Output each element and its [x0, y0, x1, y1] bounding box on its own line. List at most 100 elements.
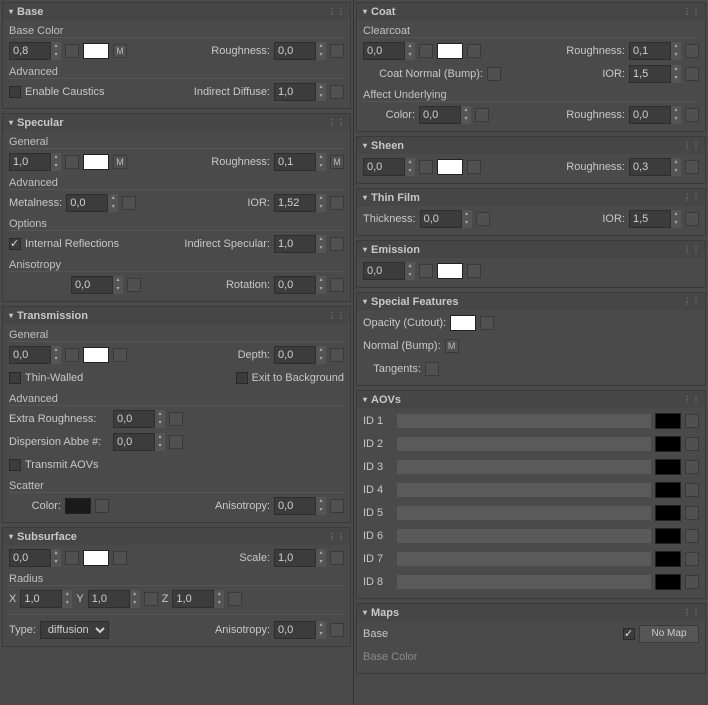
specular-roughness-spinner[interactable]: ▴▾ — [274, 153, 326, 171]
base-weight-spinner[interactable]: ▴▾ — [9, 42, 61, 60]
base-weight-map[interactable] — [65, 44, 79, 58]
aov-map-slot[interactable] — [685, 414, 699, 428]
affect-color-map[interactable] — [475, 108, 489, 122]
opacity-swatch[interactable] — [450, 315, 476, 331]
transmission-color-swatch[interactable] — [83, 347, 109, 363]
sss-aniso-map[interactable] — [330, 623, 344, 637]
scatter-color-map[interactable] — [95, 499, 109, 513]
transmission-color-map[interactable] — [113, 348, 127, 362]
coat-ior-spinner[interactable]: ▴▾ — [629, 65, 681, 83]
aov-name-input[interactable] — [397, 506, 651, 520]
specular-color-swatch[interactable] — [83, 154, 109, 170]
aov-name-input[interactable] — [397, 552, 651, 566]
indirect-specular-spinner[interactable]: ▴▾ — [274, 235, 326, 253]
maps-base-button[interactable]: No Map — [639, 625, 699, 643]
aov-color-swatch[interactable] — [655, 413, 681, 429]
base-roughness-spinner[interactable]: ▴▾ — [274, 42, 326, 60]
exit-bg-checkbox[interactable] — [236, 372, 248, 384]
scatter-aniso-spinner[interactable]: ▴▾ — [274, 497, 326, 515]
base-color-swatch[interactable] — [83, 43, 109, 59]
sss-weight-spinner[interactable]: ▴▾ — [9, 549, 61, 567]
aov-name-input[interactable] — [397, 529, 651, 543]
indirect-diffuse-map[interactable] — [330, 85, 344, 99]
type-dropdown[interactable]: diffusion — [40, 621, 109, 639]
coat-color-swatch[interactable] — [437, 43, 463, 59]
thinfilm-ior-spinner[interactable]: ▴▾ — [629, 210, 681, 228]
specular-weight-map[interactable] — [65, 155, 79, 169]
radius-y-spinner[interactable]: ▴▾ — [88, 590, 140, 608]
radius-z-map[interactable] — [228, 592, 242, 606]
aov-map-slot[interactable] — [685, 552, 699, 566]
thickness-spinner[interactable]: ▴▾ — [420, 210, 472, 228]
aov-name-input[interactable] — [397, 460, 651, 474]
aov-map-slot[interactable] — [685, 460, 699, 474]
aov-color-swatch[interactable] — [655, 482, 681, 498]
opacity-map[interactable] — [480, 316, 494, 330]
thickness-map[interactable] — [476, 212, 490, 226]
sss-aniso-spinner[interactable]: ▴▾ — [274, 621, 326, 639]
tangents-map[interactable] — [425, 362, 439, 376]
normal-map[interactable]: M — [445, 339, 459, 353]
rollout-aovs-header[interactable]: ▾ AOVs ⋮⋮ — [357, 391, 705, 408]
scale-spinner[interactable]: ▴▾ — [274, 549, 326, 567]
transmission-weight-map[interactable] — [65, 348, 79, 362]
sheen-color-map[interactable] — [467, 160, 481, 174]
rollout-sheen-header[interactable]: ▾ Sheen ⋮⋮ — [357, 137, 705, 154]
sss-weight-map[interactable] — [65, 551, 79, 565]
rollout-special-header[interactable]: ▾ Special Features ⋮⋮ — [357, 293, 705, 310]
sss-color-swatch[interactable] — [83, 550, 109, 566]
indirect-specular-map[interactable] — [330, 237, 344, 251]
indirect-diffuse-spinner[interactable]: ▴▾ — [274, 83, 326, 101]
ior-map[interactable] — [330, 196, 344, 210]
coat-normal-map[interactable] — [487, 67, 501, 81]
rotation-spinner[interactable]: ▴▾ — [274, 276, 326, 294]
internal-reflections-checkbox[interactable] — [9, 238, 21, 250]
aov-map-slot[interactable] — [685, 437, 699, 451]
anisotropy-spinner[interactable]: ▴▾ — [71, 276, 123, 294]
rollout-emission-header[interactable]: ▾ Emission ⋮⋮ — [357, 241, 705, 258]
ior-spinner[interactable]: ▴▾ — [274, 194, 326, 212]
coat-weight-spinner[interactable]: ▴▾ — [363, 42, 415, 60]
aov-map-slot[interactable] — [685, 529, 699, 543]
scale-map[interactable] — [330, 551, 344, 565]
aov-color-swatch[interactable] — [655, 574, 681, 590]
aov-map-slot[interactable] — [685, 506, 699, 520]
base-roughness-map[interactable] — [330, 44, 344, 58]
rollout-transmission-header[interactable]: ▾ Transmission ⋮⋮ — [3, 307, 350, 324]
sheen-roughness-spinner[interactable]: ▴▾ — [629, 158, 681, 176]
sss-color-map[interactable] — [113, 551, 127, 565]
metalness-spinner[interactable]: ▴▾ — [66, 194, 118, 212]
abbe-map[interactable] — [169, 435, 183, 449]
affect-color-spinner[interactable]: ▴▾ — [419, 106, 471, 124]
aov-name-input[interactable] — [397, 414, 651, 428]
maps-base-checkbox[interactable] — [623, 628, 635, 640]
aov-map-slot[interactable] — [685, 575, 699, 589]
emission-color-map[interactable] — [467, 264, 481, 278]
transmit-aovs-checkbox[interactable] — [9, 459, 21, 471]
base-color-map[interactable]: M — [113, 44, 127, 58]
depth-map[interactable] — [330, 348, 344, 362]
sheen-weight-map[interactable] — [419, 160, 433, 174]
aov-color-swatch[interactable] — [655, 436, 681, 452]
anisotropy-map[interactable] — [127, 278, 141, 292]
aov-color-swatch[interactable] — [655, 459, 681, 475]
depth-spinner[interactable]: ▴▾ — [274, 346, 326, 364]
emission-color-swatch[interactable] — [437, 263, 463, 279]
sheen-roughness-map[interactable] — [685, 160, 699, 174]
rollout-coat-header[interactable]: ▾ Coat ⋮⋮ — [357, 3, 705, 20]
rollout-thinfilm-header[interactable]: ▾ Thin Film ⋮⋮ — [357, 189, 705, 206]
specular-color-map[interactable]: M — [113, 155, 127, 169]
aov-color-swatch[interactable] — [655, 505, 681, 521]
emission-weight-spinner[interactable]: ▴▾ — [363, 262, 415, 280]
rotation-map[interactable] — [330, 278, 344, 292]
coat-ior-map[interactable] — [685, 67, 699, 81]
sheen-weight-spinner[interactable]: ▴▾ — [363, 158, 415, 176]
aov-name-input[interactable] — [397, 575, 651, 589]
affect-roughness-spinner[interactable]: ▴▾ — [629, 106, 681, 124]
rollout-subsurface-header[interactable]: ▾ Subsurface ⋮⋮ — [3, 528, 350, 545]
affect-roughness-map[interactable] — [685, 108, 699, 122]
coat-color-map[interactable] — [467, 44, 481, 58]
sheen-color-swatch[interactable] — [437, 159, 463, 175]
scatter-aniso-map[interactable] — [330, 499, 344, 513]
thinfilm-ior-map[interactable] — [685, 212, 699, 226]
